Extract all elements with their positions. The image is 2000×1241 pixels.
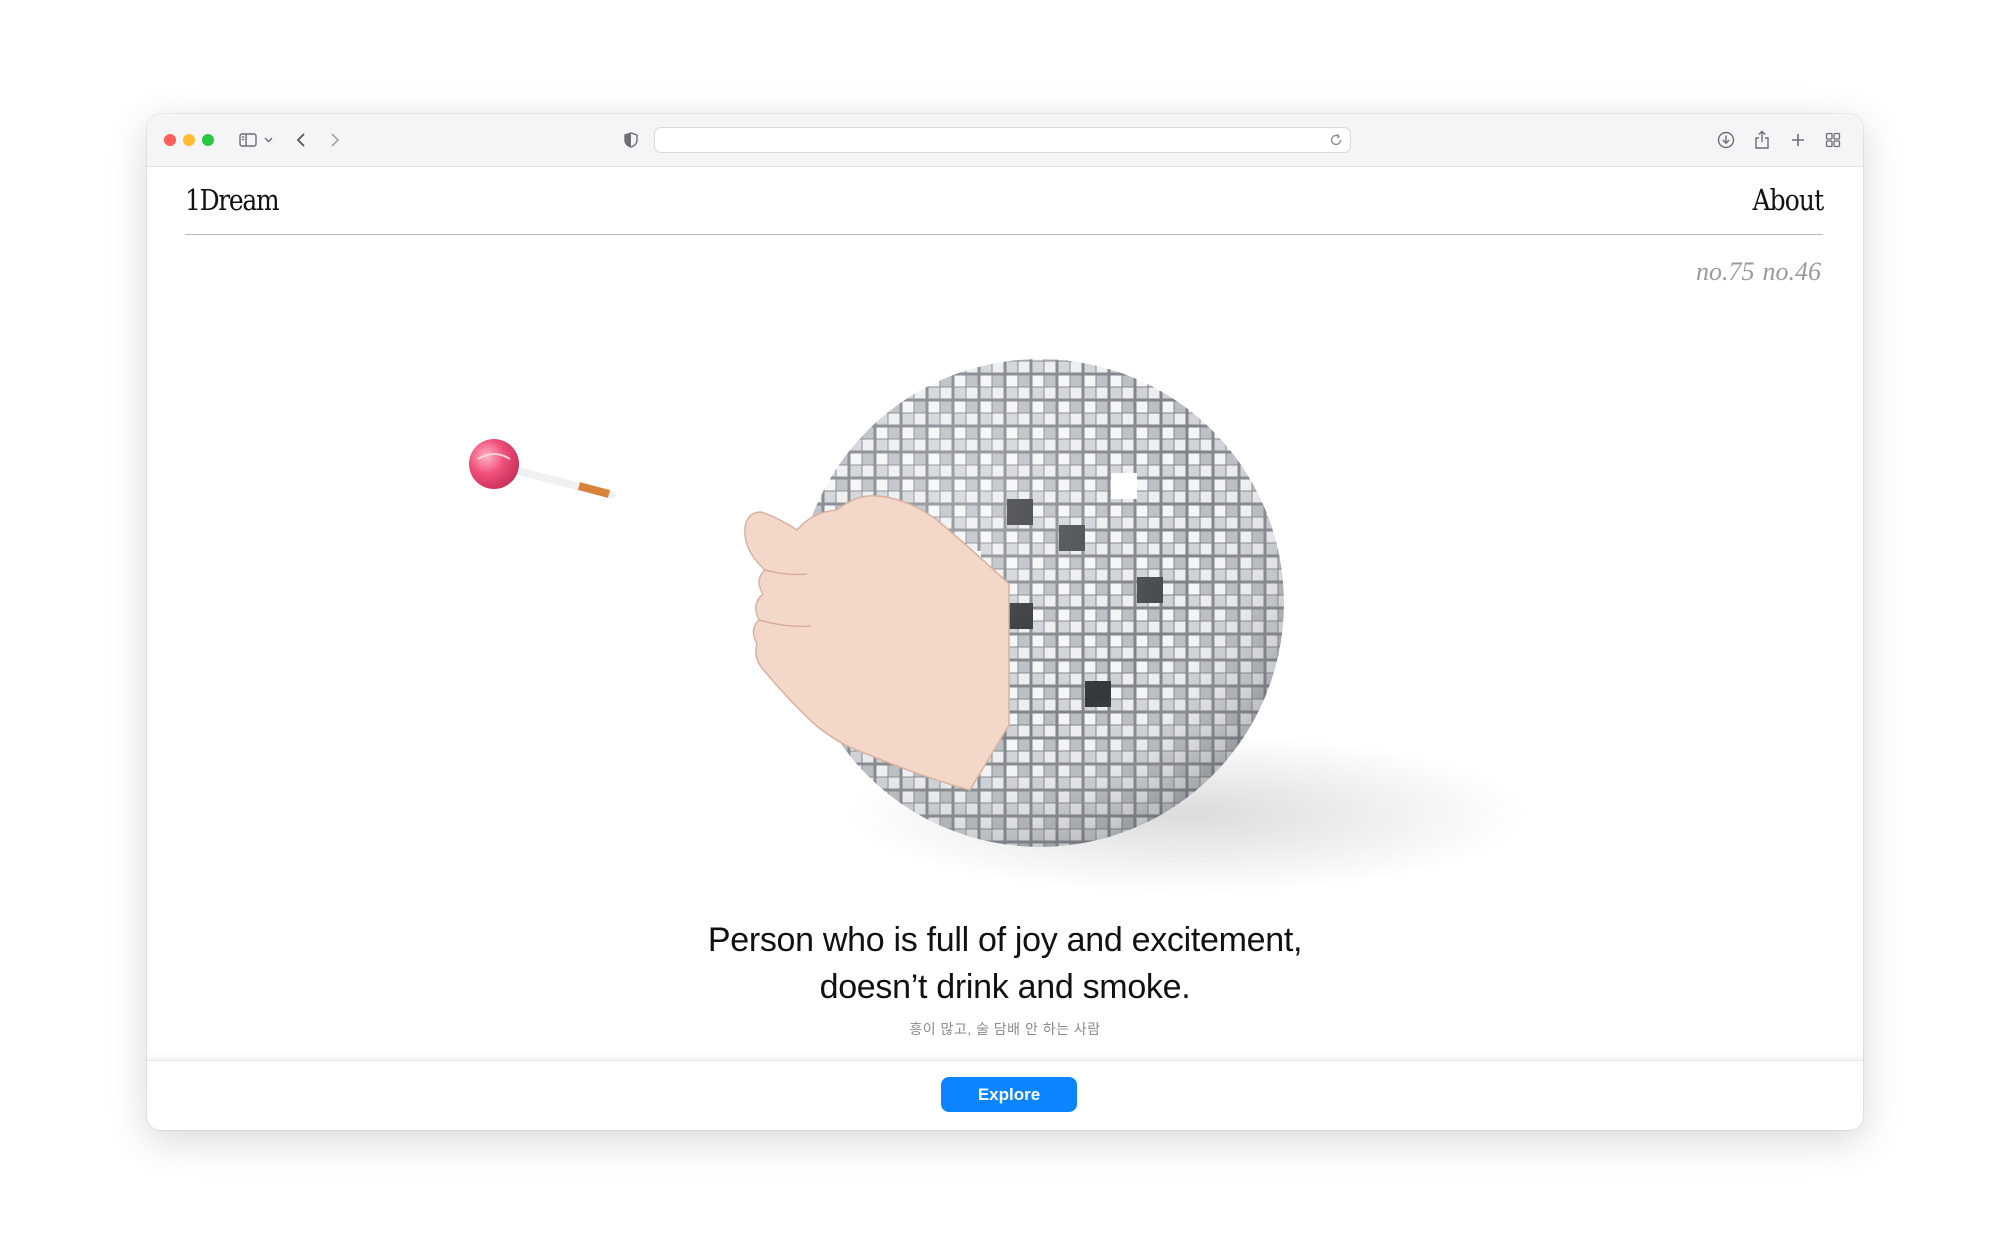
close-window-button[interactable] <box>164 134 176 146</box>
issue-link-75[interactable]: no.75 <box>1696 257 1755 287</box>
shield-icon[interactable] <box>622 128 640 152</box>
back-icon[interactable] <box>293 128 309 152</box>
explore-button[interactable]: Explore <box>941 1077 1077 1112</box>
new-tab-icon[interactable] <box>1788 128 1808 152</box>
chevron-down-icon[interactable] <box>262 128 274 152</box>
hero-headline: Person who is full of joy and excitement… <box>147 917 1863 1011</box>
nav-about-link[interactable]: About <box>1752 183 1824 217</box>
headline-line-2: doesn’t drink and smoke. <box>819 968 1191 1006</box>
address-bar[interactable] <box>654 127 1351 153</box>
browser-window: 1Dream About no.75 no.46 Person who is f… <box>147 114 1863 1130</box>
reload-icon[interactable] <box>1329 133 1343 152</box>
minimize-window-button[interactable] <box>183 134 195 146</box>
issue-numbers: no.75 no.46 <box>1696 257 1821 287</box>
issue-link-46[interactable]: no.46 <box>1763 257 1822 287</box>
forward-icon[interactable] <box>327 128 343 152</box>
browser-toolbar <box>147 114 1863 167</box>
sidebar-icon[interactable] <box>237 128 259 152</box>
bottom-action-bar: Explore <box>147 1060 1863 1130</box>
site-logo[interactable]: 1Dream <box>185 183 280 217</box>
zoom-window-button[interactable] <box>202 134 214 146</box>
headline-line-1: Person who is full of joy and excitement… <box>707 921 1303 959</box>
site-header: 1Dream About <box>185 166 1824 235</box>
hero-subline: 흥이 많고, 술 담배 안 하는 사람 <box>909 1021 1101 1037</box>
share-icon[interactable] <box>1752 128 1772 152</box>
tab-overview-icon[interactable] <box>1823 128 1843 152</box>
download-icon[interactable] <box>1716 128 1736 152</box>
